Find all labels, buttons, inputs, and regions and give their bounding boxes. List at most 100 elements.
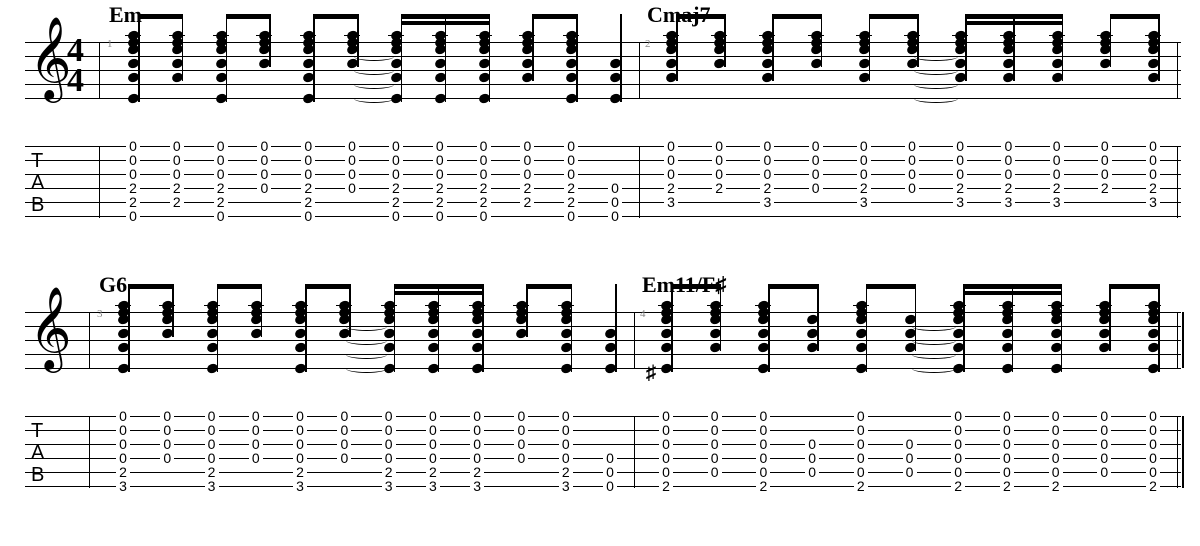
bar-number: 1 — [107, 38, 113, 50]
fret-number: 0 — [160, 450, 174, 466]
beam — [671, 284, 721, 289]
fret-number: 0 — [257, 180, 271, 196]
beam — [138, 14, 183, 19]
fret-number: 0 — [345, 180, 359, 196]
note-stem — [724, 14, 726, 67]
note-stem — [869, 14, 871, 81]
beam — [866, 284, 916, 289]
beam — [526, 284, 571, 289]
beam — [963, 284, 1061, 289]
beam — [676, 14, 725, 19]
note-stem — [676, 14, 678, 81]
fret-number: 3 — [116, 478, 130, 494]
fret-number: 2 — [756, 478, 770, 494]
fret-number: 2 — [854, 478, 868, 494]
beam — [965, 21, 1062, 25]
fret-number: 3 — [426, 478, 440, 494]
fret-number: 3 — [1001, 194, 1015, 210]
note-stem — [576, 14, 578, 102]
note-stem — [305, 284, 307, 372]
fret-number: 0 — [214, 208, 228, 224]
beam — [1110, 14, 1159, 19]
bar-number: 2 — [645, 38, 651, 50]
fret-number: 2 — [170, 194, 184, 210]
beam — [1109, 284, 1159, 289]
fret-number: 3 — [1050, 194, 1064, 210]
tab-label: TAB — [31, 420, 46, 486]
fret-number: 3 — [205, 478, 219, 494]
note-stem — [438, 284, 440, 372]
beam — [963, 291, 1061, 295]
treble-clef: 𝄞 — [29, 300, 72, 356]
time-signature: 44 — [67, 36, 84, 96]
fret-number: 0 — [1097, 464, 1111, 480]
fret-number: 0 — [389, 208, 403, 224]
beam — [226, 14, 271, 19]
note-stem — [1110, 14, 1112, 67]
note-stem — [138, 14, 140, 102]
note-stem — [1109, 284, 1111, 351]
note-stem — [821, 14, 823, 67]
fret-number: 0 — [249, 450, 263, 466]
fret-number: 3 — [293, 478, 307, 494]
beam — [394, 291, 484, 295]
treble-clef: 𝄞 — [29, 30, 72, 86]
beam — [394, 284, 484, 289]
note-stem — [445, 14, 447, 102]
time-sig-denominator: 4 — [67, 66, 84, 96]
note-stem — [182, 14, 184, 81]
note-stem — [489, 14, 491, 102]
note-stem — [620, 14, 622, 102]
fret-number: 2 — [712, 180, 726, 196]
beam — [965, 14, 1062, 19]
chord-label: G6 — [99, 272, 127, 298]
fret-number: 2 — [520, 194, 534, 210]
note-stem — [532, 14, 534, 81]
fret-number: 0 — [337, 450, 351, 466]
beam — [401, 21, 490, 25]
fret-number: 3 — [382, 478, 396, 494]
fret-number: 3 — [760, 194, 774, 210]
beam — [217, 284, 262, 289]
note-stem — [482, 284, 484, 372]
beam — [768, 284, 818, 289]
beam — [772, 14, 821, 19]
sharp-icon: ♯ — [646, 362, 656, 385]
fret-number: 2 — [1098, 180, 1112, 196]
note-stem — [768, 284, 770, 372]
note-stem — [401, 14, 403, 102]
fret-number: 0 — [301, 208, 315, 224]
fret-number: 3 — [857, 194, 871, 210]
note-stem — [172, 284, 174, 337]
note-stem — [526, 284, 528, 337]
note-stem — [226, 14, 228, 102]
beam — [532, 14, 577, 19]
fret-number: 2 — [1146, 478, 1160, 494]
fret-number: 0 — [514, 450, 528, 466]
note-stem — [817, 284, 819, 351]
note-stem — [313, 14, 315, 102]
fret-number: 2 — [1049, 478, 1063, 494]
note-stem — [571, 284, 573, 372]
fret-number: 0 — [603, 478, 617, 494]
fret-number: 0 — [608, 208, 622, 224]
note-stem — [394, 284, 396, 372]
note-stem — [615, 284, 617, 372]
fret-number: 2 — [659, 478, 673, 494]
bar-number: 4 — [640, 308, 646, 320]
fret-number: 3 — [470, 478, 484, 494]
note-stem — [772, 14, 774, 81]
fret-number: 0 — [708, 464, 722, 480]
fret-number: 0 — [477, 208, 491, 224]
fret-number: 0 — [433, 208, 447, 224]
fret-number: 2 — [951, 478, 965, 494]
beam — [869, 14, 918, 19]
fret-number: 3 — [664, 194, 678, 210]
fret-number: 0 — [809, 180, 823, 196]
note-stem — [963, 284, 965, 372]
note-stem — [217, 284, 219, 372]
fret-number: 0 — [564, 208, 578, 224]
note-stem — [1158, 284, 1160, 372]
fret-number: 0 — [905, 180, 919, 196]
note-stem — [128, 284, 130, 372]
